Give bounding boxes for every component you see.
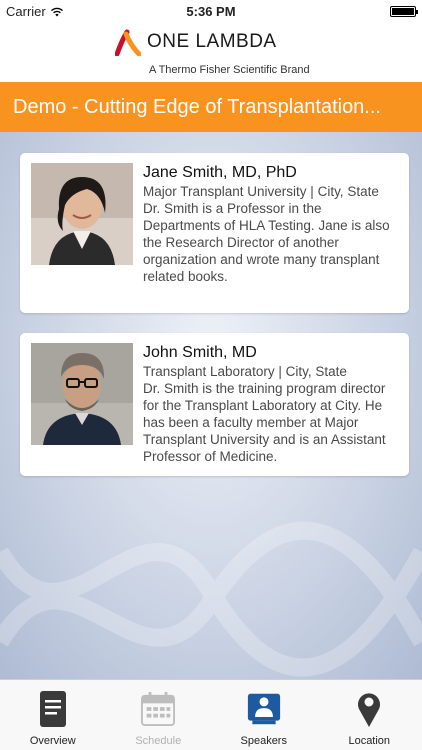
speaker-bio: Dr. Smith is the training program direct… [143, 381, 386, 464]
tab-label: Schedule [135, 735, 182, 747]
logo: ONE LAMBDA [115, 28, 277, 56]
calendar-icon [141, 689, 176, 729]
tab-label: Location [348, 735, 391, 747]
speaker-name: Jane Smith, MD, PhD [143, 164, 297, 181]
speaker-photo [31, 343, 133, 445]
speakers-list[interactable]: Jane Smith, MD, PhD Major Transplant Uni… [0, 132, 422, 679]
speaker-icon [247, 689, 281, 729]
speaker-bio: Dr. Smith is a Professor in the Departme… [143, 201, 390, 284]
tab-label: Speakers [240, 735, 287, 747]
event-title: Demo - Cutting Edge of Transplantation..… [13, 95, 381, 118]
speaker-name: John Smith, MD [143, 344, 257, 361]
tab-label: Overview [29, 735, 76, 747]
speaker-photo [31, 163, 133, 265]
event-title-bar: Demo - Cutting Edge of Transplantation..… [0, 82, 422, 132]
location-pin-icon [352, 689, 386, 729]
dna-helix-background [0, 521, 422, 677]
brand-name: ONE LAMBDA [147, 31, 277, 52]
battery-icon [390, 6, 418, 17]
speaker-card[interactable]: Jane Smith, MD, PhD Major Transplant Uni… [20, 153, 409, 313]
lambda-logo-icon [115, 29, 141, 56]
speaker-portrait-icon [31, 343, 133, 445]
tab-schedule[interactable]: Schedule [106, 680, 212, 750]
document-icon [36, 689, 70, 729]
status-time: 5:36 PM [186, 4, 236, 19]
speaker-affiliation: Transplant Laboratory | City, State [143, 364, 347, 379]
speaker-portrait-icon [31, 163, 133, 265]
brand-tagline: A Thermo Fisher Scientific Brand [149, 64, 310, 76]
speaker-card[interactable]: John Smith, MD Transplant Laboratory | C… [20, 333, 409, 476]
speaker-affiliation: Major Transplant University | City, Stat… [143, 184, 379, 199]
tab-overview[interactable]: Overview [0, 680, 106, 750]
tab-location[interactable]: Location [317, 680, 422, 750]
tab-speakers[interactable]: Speakers [211, 680, 317, 750]
tab-bar: Overview Schedule Speakers Location [0, 679, 422, 750]
status-bar: Carrier 5:36 PM [0, 0, 422, 22]
brand-header: ONE LAMBDA A Thermo Fisher Scientific Br… [0, 22, 422, 82]
